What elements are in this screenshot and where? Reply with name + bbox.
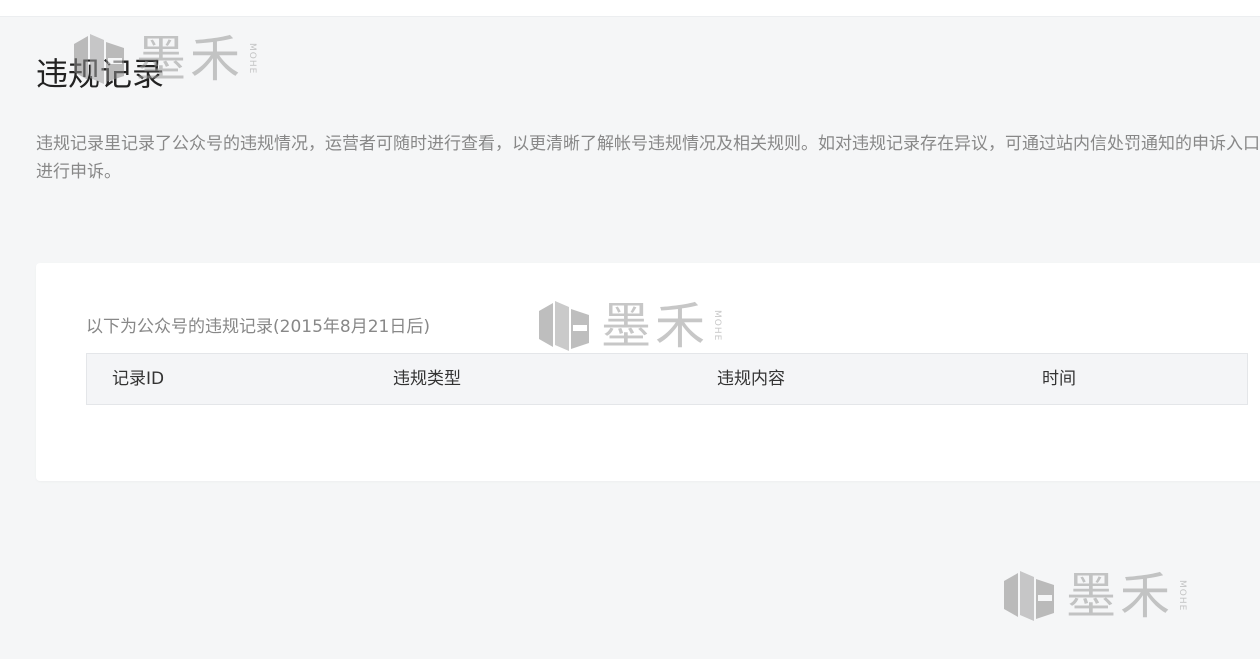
watermark-logo-icon bbox=[74, 34, 124, 84]
table-header-row: 记录ID 违规类型 违规内容 时间 bbox=[86, 353, 1248, 405]
watermark-subtext: MOHE bbox=[712, 310, 722, 342]
page-description: 违规记录里记录了公众号的违规情况，运营者可随时进行查看，以更清晰了解帐号违规情况… bbox=[36, 134, 1260, 182]
column-header-violation-content: 违规内容 bbox=[717, 369, 785, 389]
watermark: 墨禾 MOHE bbox=[535, 297, 722, 355]
table-caption: 以下为公众号的违规记录(2015年8月21日后) bbox=[86, 317, 430, 337]
column-header-record-id: 记录ID bbox=[112, 369, 165, 389]
watermark: 墨禾 MOHE bbox=[70, 30, 257, 88]
watermark-text: 墨禾 bbox=[601, 297, 709, 355]
watermark-logo-icon bbox=[1004, 571, 1054, 621]
top-bar bbox=[0, 0, 1260, 17]
watermark-text: 墨禾 bbox=[1066, 567, 1174, 625]
violations-card: 以下为公众号的违规记录(2015年8月21日后) 记录ID 违规类型 违规内容 … bbox=[36, 263, 1260, 481]
watermark-subtext: MOHE bbox=[1177, 580, 1187, 612]
column-header-time: 时间 bbox=[1042, 369, 1076, 389]
column-header-violation-type: 违规类型 bbox=[393, 369, 461, 389]
watermark-logo-icon bbox=[539, 301, 589, 351]
watermark-subtext: MOHE bbox=[247, 43, 257, 75]
watermark-text: 墨禾 bbox=[136, 30, 244, 88]
watermark: 墨禾 MOHE bbox=[1000, 567, 1187, 625]
